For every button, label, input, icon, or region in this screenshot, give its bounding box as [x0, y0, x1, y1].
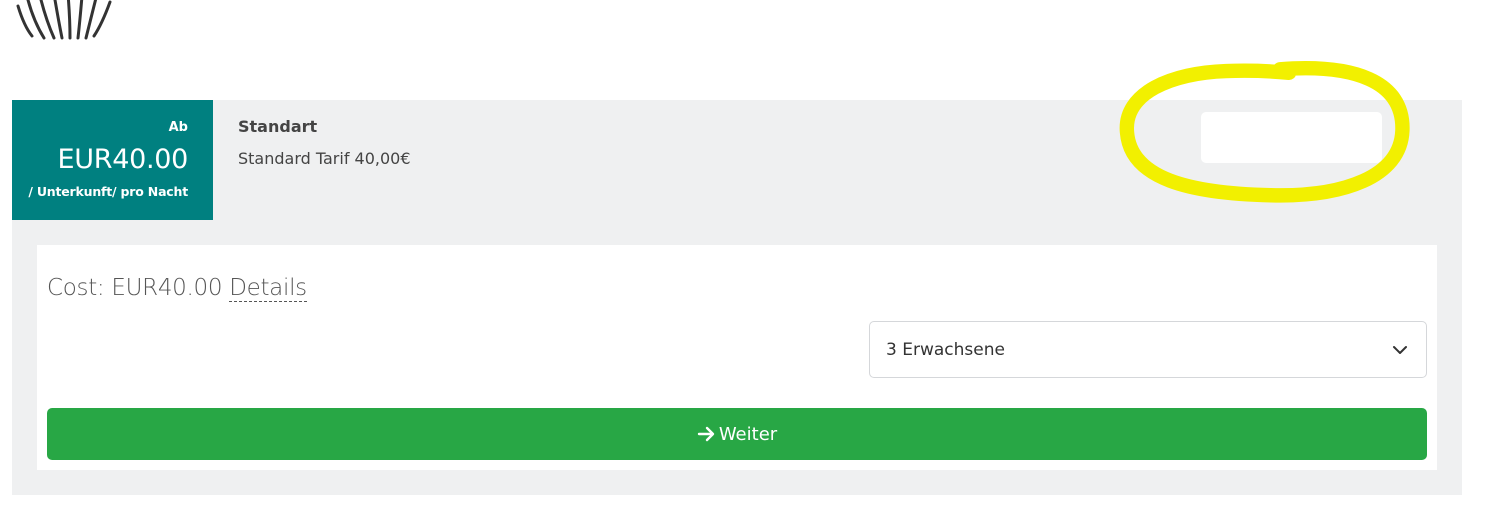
cost-label: Cost: EUR40.00 [47, 275, 223, 301]
continue-label: Weiter [718, 423, 778, 445]
rate-card: Ab EUR40.00 / Unterkunft/ pro Nacht Stan… [12, 100, 1462, 495]
price-amount: EUR40.00 [57, 144, 189, 175]
blank-box [1201, 112, 1382, 163]
price-box: Ab EUR40.00 / Unterkunft/ pro Nacht [12, 100, 213, 220]
cost-line: Cost: EUR40.00 Details [47, 275, 307, 302]
booking-panel: Cost: EUR40.00 Details 3 Erwachsene Weit… [37, 245, 1437, 470]
arrow-right-icon [697, 426, 715, 442]
continue-button[interactable]: Weiter [47, 408, 1427, 460]
price-unit: / Unterkunft/ pro Nacht [28, 184, 188, 199]
rate-description: Standard Tarif 40,00€ [238, 149, 411, 168]
chevron-down-icon [1393, 346, 1407, 354]
price-prefix: Ab [168, 120, 188, 135]
site-logo [10, 0, 120, 40]
details-link[interactable]: Details [229, 275, 307, 302]
guests-selected-value: 3 Erwachsene [886, 339, 1005, 360]
rate-name: Standart [238, 117, 318, 136]
guests-select[interactable]: 3 Erwachsene [869, 321, 1427, 378]
